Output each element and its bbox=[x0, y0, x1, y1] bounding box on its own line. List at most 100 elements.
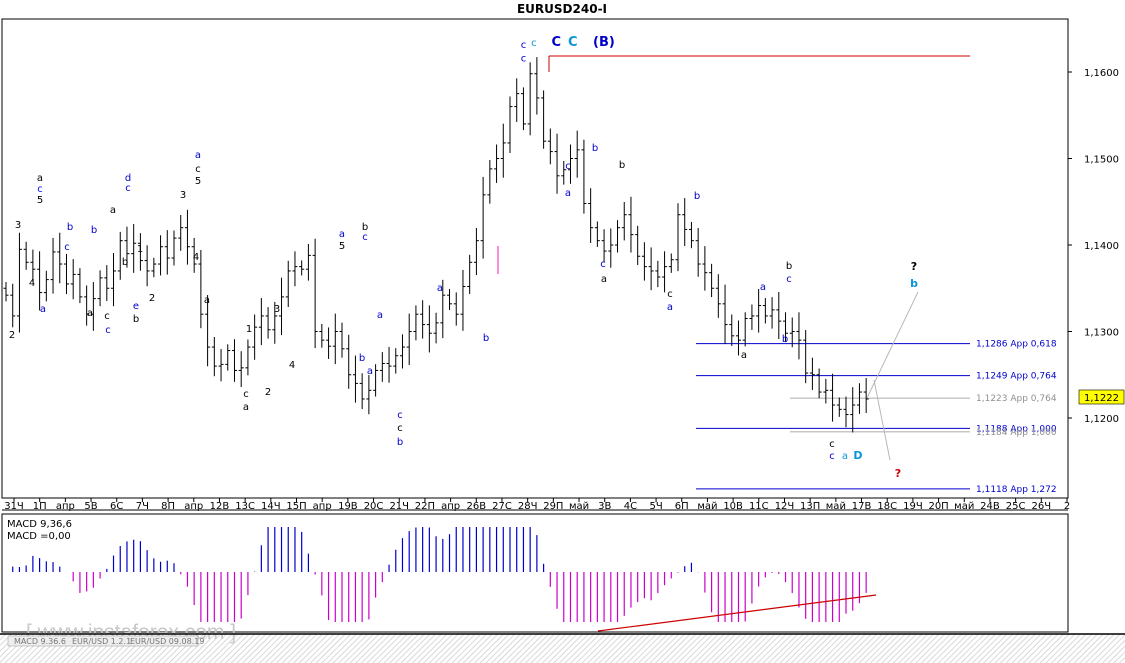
x-tick-label: апр bbox=[184, 501, 203, 512]
x-tick-label: 20С bbox=[364, 501, 384, 512]
wave-label: c bbox=[521, 54, 527, 65]
x-tick-label: 1П bbox=[33, 501, 47, 512]
bottom-tab-1[interactable]: MACD 9.36.6 bbox=[14, 637, 66, 646]
x-tick-label: 5В bbox=[84, 501, 97, 512]
wave-label: 4 bbox=[29, 278, 35, 289]
wave-label: b bbox=[483, 333, 489, 344]
wave-label: b bbox=[619, 160, 625, 171]
x-tick-label: 11С bbox=[749, 501, 769, 512]
wave-label: 1 bbox=[246, 324, 252, 335]
macd-label: MACD 9,36,6 bbox=[7, 519, 72, 530]
wave-label: c bbox=[397, 410, 403, 421]
y-tick-label: 1,1300 bbox=[1084, 328, 1119, 339]
wave-label: b bbox=[397, 437, 403, 448]
wave-label: c bbox=[829, 439, 835, 450]
bottom-tab-2[interactable]: EUR/USD 1.2.1 bbox=[72, 637, 131, 646]
x-tick-label: 24В bbox=[980, 501, 1000, 512]
wave-label: b bbox=[592, 143, 598, 154]
wave-label: 2 bbox=[265, 387, 271, 398]
wave-label: b bbox=[694, 191, 700, 202]
wave-label: a bbox=[37, 173, 43, 184]
wave-label: c bbox=[600, 259, 606, 270]
wave-label: c bbox=[105, 325, 111, 336]
wave-label: a bbox=[760, 282, 766, 293]
wave-label: 2 bbox=[9, 330, 15, 341]
wave-label: 3 bbox=[274, 304, 280, 315]
wave-label: 3 bbox=[180, 190, 186, 201]
x-tick-label: 21Ч bbox=[389, 501, 409, 512]
wave-label: c bbox=[521, 40, 527, 51]
x-tick-label: 13П bbox=[800, 501, 820, 512]
bottom-tab-3[interactable]: EUR/USD 09.08.19 bbox=[130, 637, 204, 646]
wave-label: a bbox=[842, 451, 848, 462]
wave-label: e bbox=[133, 301, 139, 312]
x-tick-label: 15П bbox=[286, 501, 306, 512]
fib-level-label: 1,1184 Арр 1,000 bbox=[976, 428, 1057, 438]
x-tick-label: 26В bbox=[466, 501, 486, 512]
x-tick-label: 19В bbox=[338, 501, 358, 512]
wave-label: a bbox=[377, 310, 383, 321]
x-tick-label: 28Ч bbox=[518, 501, 538, 512]
wave-label: b bbox=[67, 222, 73, 233]
x-tick-label: 17В bbox=[852, 501, 872, 512]
y-tick-label: 1,1200 bbox=[1084, 414, 1119, 425]
eurusd-chart: EURUSD240-I 1,1286 Арр 0,618 1,1249 Арр 0… bbox=[0, 0, 1125, 663]
wave-label: b bbox=[782, 334, 788, 345]
x-tick-label: 13С bbox=[235, 501, 255, 512]
wave-label: 4 bbox=[289, 360, 295, 371]
wave-label: 3 bbox=[15, 220, 21, 231]
wave-label: b bbox=[91, 225, 97, 236]
fib-level-label: 1,1249 Арр 0,764 bbox=[976, 372, 1057, 382]
wave-label: ? bbox=[911, 260, 917, 273]
wave-label: c bbox=[829, 451, 835, 462]
wave-label: b bbox=[786, 261, 792, 272]
x-tick-label: 2 bbox=[1064, 501, 1070, 512]
x-tick-label: 7Ч bbox=[136, 501, 149, 512]
x-tick-label: 31Ч bbox=[4, 501, 24, 512]
x-tick-label: май bbox=[697, 501, 717, 512]
wave-label: 1 bbox=[137, 244, 143, 255]
current-price-text: 1,1222 bbox=[1084, 393, 1119, 404]
wave-label: a bbox=[195, 150, 201, 161]
x-tick-label: 8П bbox=[161, 501, 175, 512]
y-tick-label: 1,1400 bbox=[1084, 241, 1119, 252]
chart-title: EURUSD240-I bbox=[517, 2, 607, 16]
fib-level-label: 1,1118 Арр 1,272 bbox=[976, 485, 1057, 495]
wave-label: a bbox=[204, 295, 210, 306]
wave-label: 5 bbox=[37, 195, 43, 206]
wave-label: C bbox=[552, 35, 562, 50]
x-tick-label: 22П bbox=[415, 501, 435, 512]
wave-label: c bbox=[37, 184, 43, 195]
wave-label: C bbox=[568, 35, 578, 50]
fib-level-label: 1,1223 Арр 0,764 bbox=[976, 394, 1057, 404]
wave-label: b bbox=[133, 314, 139, 325]
wave-label: c bbox=[786, 274, 792, 285]
x-tick-label: апр bbox=[441, 501, 460, 512]
x-tick-label: 12Ч bbox=[775, 501, 795, 512]
wave-label: c bbox=[397, 423, 403, 434]
wave-label: ? bbox=[895, 467, 901, 480]
x-tick-label: апр bbox=[313, 501, 332, 512]
x-tick-label: апр bbox=[56, 501, 75, 512]
x-tick-label: 25С bbox=[1006, 501, 1026, 512]
wave-label: a bbox=[40, 304, 46, 315]
wave-label: 4 bbox=[193, 252, 199, 263]
wave-label: 5 bbox=[339, 241, 345, 252]
wave-label: a bbox=[339, 229, 345, 240]
x-tick-label: 4С bbox=[624, 501, 637, 512]
wave-label: a bbox=[367, 366, 373, 377]
y-tick-label: 1,1500 bbox=[1084, 155, 1119, 166]
wave-label: c bbox=[565, 161, 571, 172]
x-tick-label: 12В bbox=[210, 501, 230, 512]
wave-label: a bbox=[741, 350, 747, 361]
x-tick-label: 27С bbox=[492, 501, 512, 512]
wave-label: (B) bbox=[593, 35, 615, 50]
wave-label: 5 bbox=[195, 176, 201, 187]
x-tick-label: 14Ч bbox=[261, 501, 281, 512]
wave-label: a bbox=[565, 188, 571, 199]
wave-label: c bbox=[64, 242, 70, 253]
wave-label: D bbox=[853, 449, 862, 462]
wave-label: b bbox=[122, 257, 128, 268]
wave-label: a bbox=[110, 205, 116, 216]
wave-label: a bbox=[87, 308, 93, 319]
